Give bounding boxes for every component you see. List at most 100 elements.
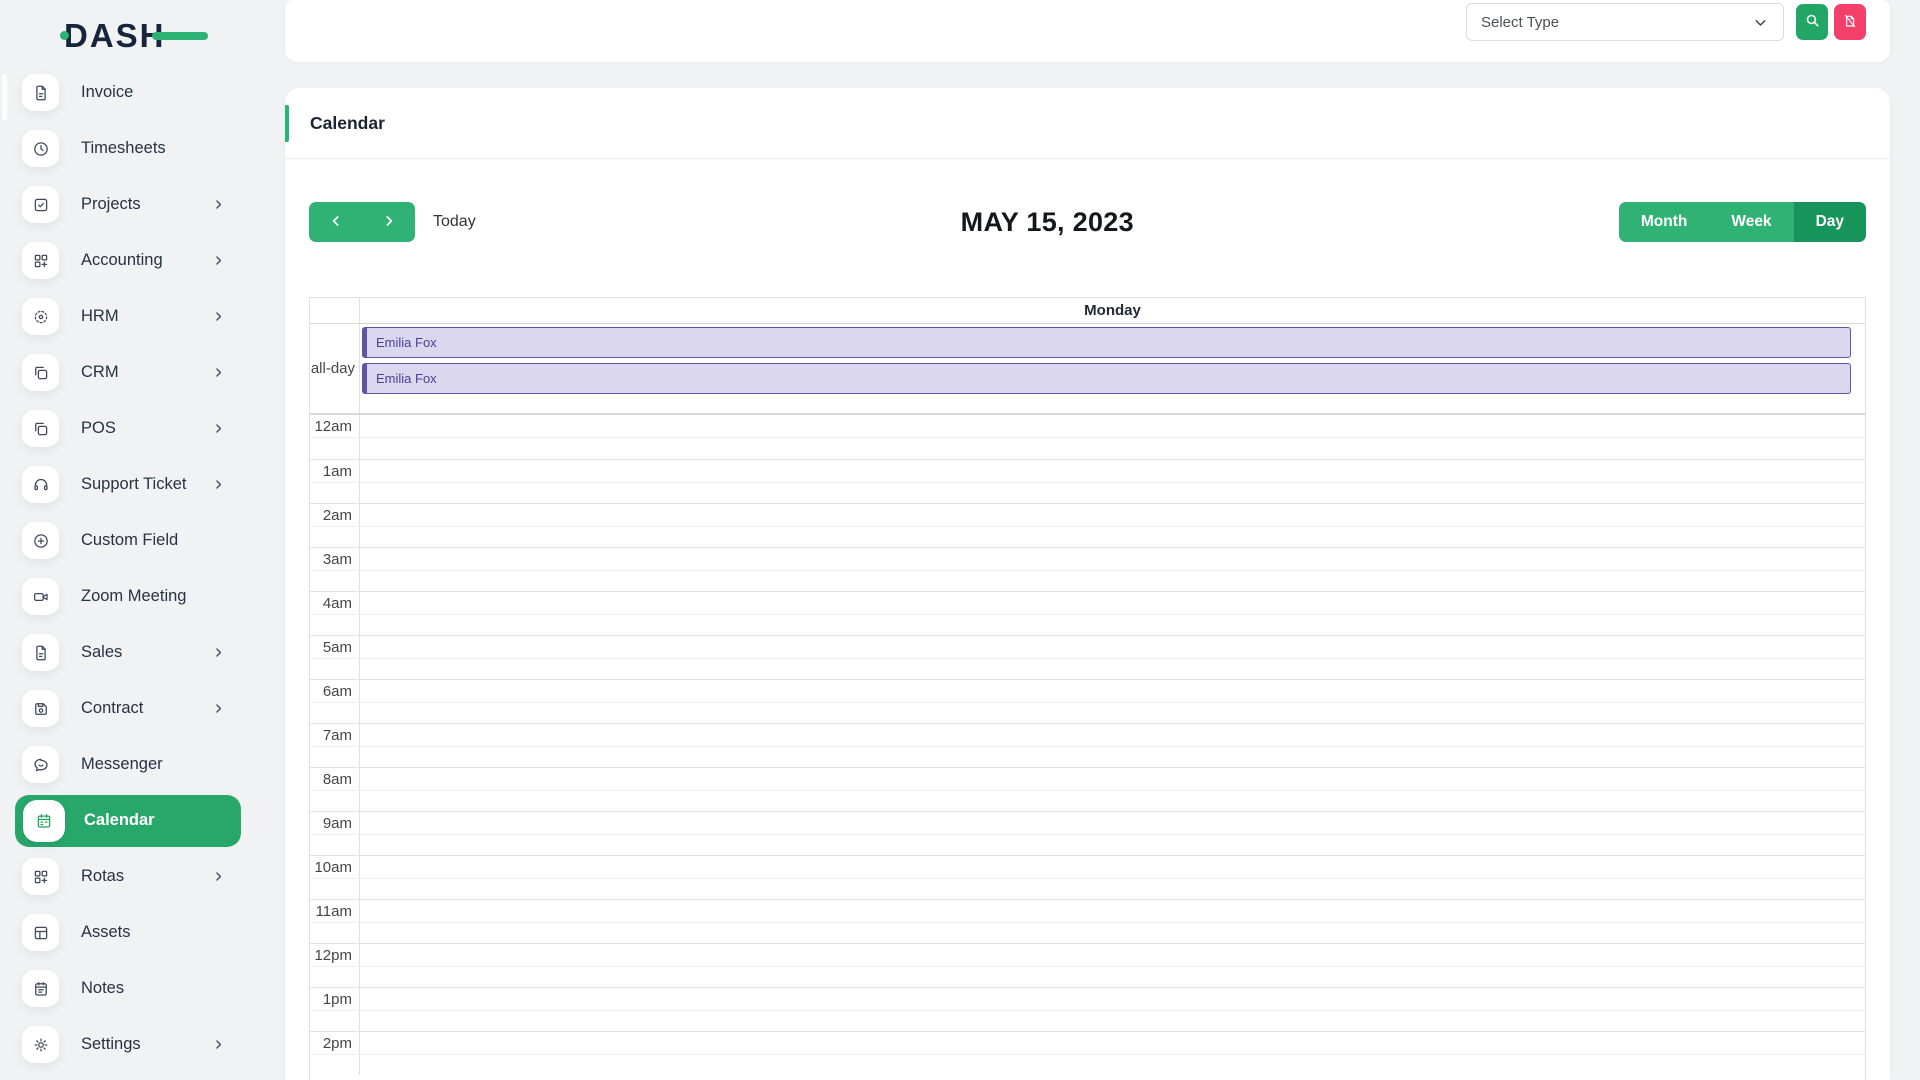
hour-row: 5am — [310, 635, 1865, 679]
time-slot[interactable] — [360, 460, 1865, 503]
time-slot[interactable] — [360, 504, 1865, 547]
hour-row: 1pm — [310, 987, 1865, 1031]
sidebar-item-settings[interactable]: Settings — [15, 1026, 241, 1063]
time-slot[interactable] — [360, 944, 1865, 987]
time-label: 3am — [310, 548, 360, 591]
event-type-select-value: Select Type — [1481, 14, 1559, 31]
sidebar-item-label: Sales — [81, 643, 212, 662]
sidebar-item-contract[interactable]: Contract — [15, 690, 241, 727]
calendar-icon — [23, 800, 65, 842]
clear-filter-button[interactable] — [1834, 4, 1866, 40]
sidebar-item-rotas[interactable]: Rotas — [15, 858, 241, 895]
view-button-day[interactable]: Day — [1794, 202, 1866, 242]
calendar-toolbar: Today MAY 15, 2023 MonthWeekDay — [309, 202, 1866, 242]
time-slot[interactable] — [360, 415, 1865, 459]
invoice-file-icon — [22, 74, 59, 111]
sidebar-item-notes[interactable]: Notes — [15, 970, 241, 1007]
video-camera-icon — [22, 578, 59, 615]
time-slot[interactable] — [360, 1032, 1865, 1075]
time-label: 6am — [310, 680, 360, 723]
sidebar-item-support-ticket[interactable]: Support Ticket — [15, 466, 241, 503]
sidebar-item-invoice[interactable]: Invoice — [15, 74, 241, 111]
time-slot[interactable] — [360, 900, 1865, 943]
hour-row: 9am — [310, 811, 1865, 855]
event-type-select[interactable]: Select Type — [1466, 3, 1784, 41]
project-check-icon — [22, 186, 59, 223]
chevron-right-icon — [212, 366, 225, 379]
sidebar-item-calendar[interactable]: Calendar — [15, 795, 241, 847]
time-slot[interactable] — [360, 724, 1865, 767]
clear-filter-icon — [1842, 13, 1858, 32]
chevron-right-icon — [212, 422, 225, 435]
timegrid: 12am 1am 2am 3am 4am 5am 6am 7am 8am 9am — [310, 415, 1865, 1080]
hour-row: 2pm — [310, 1031, 1865, 1075]
sidebar-item-label: Settings — [81, 1035, 212, 1054]
hrm-target-icon — [22, 298, 59, 335]
sidebar-item-projects[interactable]: Projects — [15, 186, 241, 223]
time-slot[interactable] — [360, 856, 1865, 899]
sidebar: DASH Invoice Timesheets Projects Account… — [0, 0, 285, 1080]
view-button-month[interactable]: Month — [1619, 202, 1709, 242]
today-button[interactable]: Today — [433, 213, 476, 231]
title-accent-bar — [285, 105, 289, 142]
sidebar-item-crm[interactable]: CRM — [15, 354, 241, 391]
sidebar-item-messenger[interactable]: Messenger — [15, 746, 241, 783]
hour-row: 7am — [310, 723, 1865, 767]
allday-row: all-day Emilia Fox Emilia Fox — [310, 324, 1865, 415]
sidebar-item-custom-field[interactable]: Custom Field — [15, 522, 241, 559]
main-area: Select Type Calendar — [285, 0, 1920, 1080]
sidebar-item-zoom-meeting[interactable]: Zoom Meeting — [15, 578, 241, 615]
sidebar-item-label: Contract — [81, 699, 212, 718]
sidebar-item-sales[interactable]: Sales — [15, 634, 241, 671]
hour-row: 6am — [310, 679, 1865, 723]
view-switcher: MonthWeekDay — [1619, 202, 1866, 242]
time-label: 7am — [310, 724, 360, 767]
time-slot[interactable] — [360, 636, 1865, 679]
chevron-right-icon — [212, 1038, 225, 1051]
time-slot[interactable] — [360, 592, 1865, 635]
sidebar-item-pos[interactable]: POS — [15, 410, 241, 447]
chevron-right-icon — [381, 213, 397, 232]
sidebar-item-timesheets[interactable]: Timesheets — [15, 130, 241, 167]
sidebar-item-assets[interactable]: Assets — [15, 914, 241, 951]
time-slot[interactable] — [360, 548, 1865, 591]
sidebar-item-hrm[interactable]: HRM — [15, 298, 241, 335]
sidebar-item-label: Rotas — [81, 867, 212, 886]
notes-icon — [22, 970, 59, 1007]
search-button[interactable] — [1796, 4, 1828, 40]
allday-events: Emilia Fox Emilia Fox — [360, 324, 1865, 413]
view-button-week[interactable]: Week — [1709, 202, 1793, 242]
chat-bubble-icon — [22, 746, 59, 783]
calendar-card: Calendar — [285, 88, 1890, 1080]
time-label: 1am — [310, 460, 360, 503]
search-icon — [1804, 12, 1821, 32]
sidebar-item-label: Assets — [81, 923, 241, 942]
allday-label: all-day — [310, 324, 360, 413]
allday-event[interactable]: Emilia Fox — [362, 327, 1851, 358]
time-label: 11am — [310, 900, 360, 943]
chevron-down-icon — [1752, 14, 1769, 31]
sidebar-item-label: Notes — [81, 979, 241, 998]
logo-text: DASH — [64, 17, 166, 54]
logo-dash-icon — [152, 32, 208, 40]
hour-row: 10am — [310, 855, 1865, 899]
time-slot[interactable] — [360, 812, 1865, 855]
day-header-row: Monday — [310, 298, 1865, 324]
day-view-grid: Monday all-day Emilia Fox Emilia Fox 12a… — [309, 297, 1866, 1080]
logo-dot-icon — [60, 31, 69, 40]
sidebar-scrollbar-thumb[interactable] — [2, 74, 7, 120]
time-slot[interactable] — [360, 768, 1865, 811]
hour-row: 12am — [310, 415, 1865, 459]
sidebar-item-accounting[interactable]: Accounting — [15, 242, 241, 279]
allday-event[interactable]: Emilia Fox — [362, 363, 1851, 394]
gutter-header-cell — [310, 298, 360, 323]
accounting-grid-icon — [22, 242, 59, 279]
next-day-button[interactable] — [362, 202, 415, 242]
prev-day-button[interactable] — [309, 202, 362, 242]
time-label: 2pm — [310, 1032, 360, 1075]
header-bar: Select Type — [285, 0, 1890, 62]
time-slot[interactable] — [360, 680, 1865, 723]
calendar-nav-group — [309, 202, 415, 242]
time-slot[interactable] — [360, 988, 1865, 1031]
rotas-grid-icon — [22, 858, 59, 895]
